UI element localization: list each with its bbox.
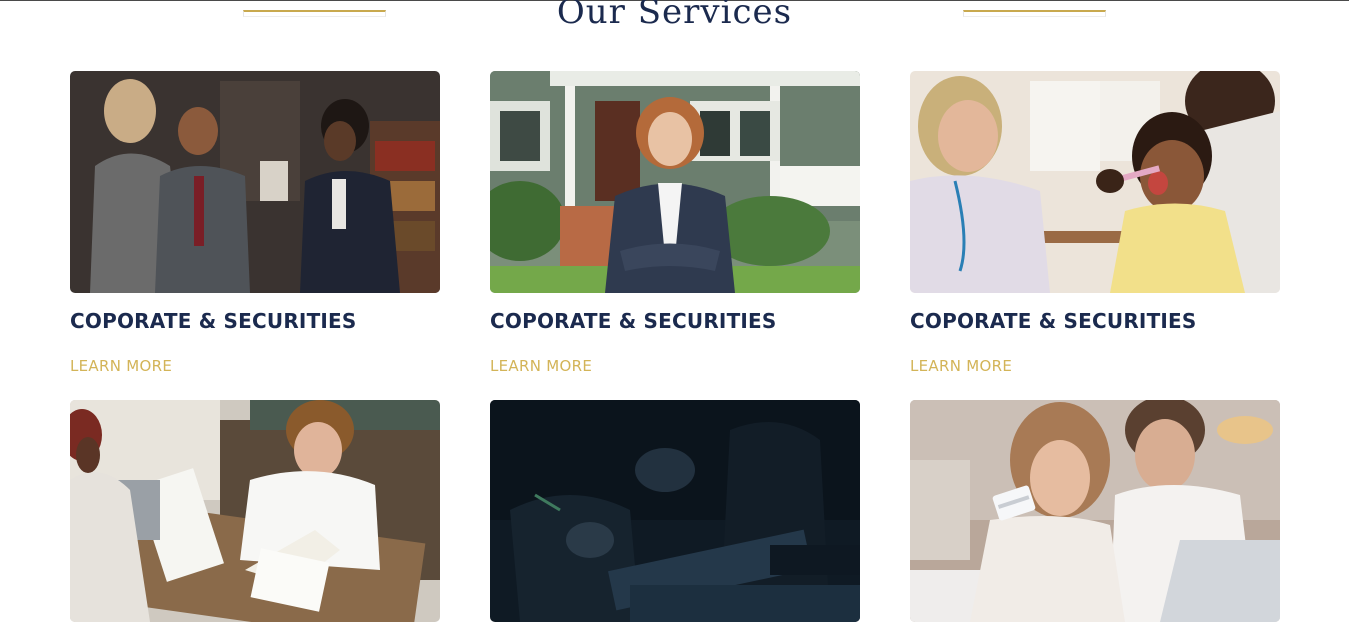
service-card-6 <box>910 400 1280 622</box>
couple-with-credit-card-photo[interactable] <box>910 400 1280 622</box>
service-card-2: COPORATE & SECURITIES LEARN MORE <box>490 71 860 375</box>
service-card-3: COPORATE & SECURITIES LEARN MORE <box>910 71 1280 375</box>
service-card-5 <box>490 400 860 622</box>
people-reviewing-documents-photo[interactable] <box>70 400 440 622</box>
business-meeting-photo[interactable] <box>70 71 440 293</box>
service-card-title: COPORATE & SECURITIES <box>910 309 1197 333</box>
service-card-title: COPORATE & SECURITIES <box>490 309 777 333</box>
service-card-title: COPORATE & SECURITIES <box>70 309 357 333</box>
heading-right-ornament <box>963 10 1106 17</box>
learn-more-link[interactable]: LEARN MORE <box>70 357 172 375</box>
section-title: Our Services <box>556 0 793 32</box>
signing-documents-dark-photo[interactable] <box>490 400 860 622</box>
dentist-with-child-photo[interactable] <box>910 71 1280 293</box>
woman-in-front-of-house-photo[interactable] <box>490 71 860 293</box>
service-card-1: COPORATE & SECURITIES LEARN MORE <box>70 71 440 375</box>
learn-more-link[interactable]: LEARN MORE <box>910 357 1012 375</box>
learn-more-link[interactable]: LEARN MORE <box>490 357 592 375</box>
service-card-4 <box>70 400 440 622</box>
section-heading: Our Services <box>0 0 1349 40</box>
